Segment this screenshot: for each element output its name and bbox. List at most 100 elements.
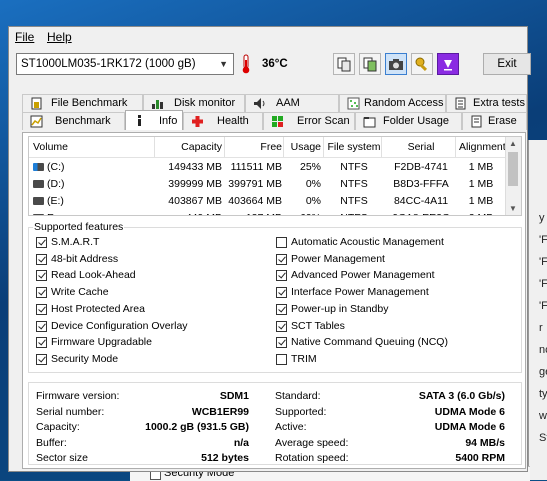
info-row: Buffer: n/a <box>36 437 249 452</box>
tab-aam[interactable]: AAM <box>245 94 339 112</box>
checkbox[interactable] <box>36 320 47 332</box>
supported-features-title: Supported features <box>33 221 125 233</box>
toolbar: ST1000LM035-1RK172 (1000 gB) ▼ 36°C Exit <box>9 49 531 79</box>
table-cell: B8D3-FFFA <box>393 178 449 190</box>
info-value: UDMA Mode 6 <box>434 405 505 418</box>
table-cell: Recovery <box>47 212 153 215</box>
drive-select[interactable]: ST1000LM035-1RK172 (1000 gB) ▼ <box>16 53 234 75</box>
checkbox[interactable] <box>36 270 47 282</box>
feature-label: S.M.A.R.T <box>51 236 100 248</box>
options-button[interactable] <box>411 53 433 75</box>
feature-label: Device Configuration Overlay <box>51 319 188 332</box>
tab-extra-tests[interactable]: Extra tests <box>446 94 527 112</box>
checkbox[interactable] <box>276 237 287 248</box>
drive-icon <box>33 214 44 215</box>
info-key: Firmware version: <box>36 390 120 402</box>
scrollbar-thumb[interactable] <box>508 152 518 186</box>
column-separator[interactable] <box>381 137 382 157</box>
tab-health[interactable]: Health <box>183 112 263 130</box>
table-row[interactable]: (E:) 403867 MB 403664 MB 0% NTFS 84CC-4A11 1 M… <box>29 193 507 210</box>
background-text: nc <box>539 344 547 356</box>
menu-file[interactable]: File <box>15 30 34 44</box>
checkbox[interactable] <box>276 270 287 282</box>
volume-table[interactable]: Volume Capacity Free Usage File system Serial… <box>28 136 522 216</box>
info-row: Serial number: WCB1ER99 <box>36 406 249 421</box>
extra-tests-icon <box>455 97 466 110</box>
info-value: WCB1ER99 <box>191 405 249 418</box>
feature-label: 48-bit Address <box>51 252 119 265</box>
volume-col-header[interactable]: Usage <box>287 141 321 153</box>
disk-monitor-icon <box>152 100 163 109</box>
checkbox[interactable] <box>36 353 47 365</box>
column-separator[interactable] <box>455 137 456 157</box>
volume-col-header[interactable]: Alignment <box>459 141 506 153</box>
info-row: Capacity: 1000.2 gB (931.5 GB) <box>36 421 249 436</box>
download-button[interactable] <box>437 53 459 75</box>
column-separator[interactable] <box>224 137 225 157</box>
table-row[interactable]: (C:) 149433 MB 111511 MB 25% NTFS F2DB-4741 1 … <box>29 159 507 176</box>
background-text: St <box>539 432 547 444</box>
tab-erase[interactable]: Erase <box>462 112 527 130</box>
checkbox[interactable] <box>36 287 47 299</box>
info-key: Supported: <box>275 405 327 418</box>
scroll-down-icon[interactable]: ▼ <box>509 204 517 213</box>
save-screenshot-button[interactable] <box>385 53 407 75</box>
tab-folder-usage[interactable]: Folder Usage <box>355 112 462 130</box>
checkbox[interactable] <box>36 337 47 349</box>
info-value: SATA 3 (6.0 Gb/s) <box>418 390 505 402</box>
volume-col-header[interactable]: Volume <box>33 141 153 153</box>
table-cell: NTFS <box>340 161 368 173</box>
checkbox[interactable] <box>276 353 287 365</box>
info-row: Rotation speed: 5400 RPM <box>275 452 505 467</box>
drive-icon <box>33 197 44 205</box>
tab-random-access[interactable]: Random Access <box>339 94 446 112</box>
menu-bar: File Help <box>9 27 527 47</box>
info-key: Serial number: <box>36 405 105 418</box>
volume-col-header[interactable]: File system <box>327 141 381 153</box>
background-text: ty <box>539 388 547 400</box>
checkbox[interactable] <box>276 303 287 315</box>
table-cell: 149433 MB <box>168 161 222 173</box>
column-separator[interactable] <box>283 137 284 157</box>
tabs-row-top: File Benchmark Disk monitor AAM Random A… <box>22 94 527 112</box>
column-separator[interactable] <box>154 137 155 157</box>
feature-label: Power-up in Standby <box>291 302 389 315</box>
tab-benchmark[interactable]: Benchmark <box>22 112 125 130</box>
checkbox[interactable] <box>276 253 287 265</box>
background-text: r <box>539 322 543 334</box>
checkbox[interactable] <box>36 253 47 265</box>
background-text: 'F <box>539 256 547 268</box>
copy-text-button[interactable] <box>333 53 355 75</box>
volume-col-header[interactable]: Capacity <box>158 141 222 153</box>
checkbox[interactable] <box>276 320 287 332</box>
info-icon <box>138 115 141 126</box>
scroll-up-icon[interactable]: ▲ <box>509 139 517 148</box>
feature-label: Host Protected Area <box>51 302 145 315</box>
feature-label: Native Command Queuing (NCQ) <box>291 336 448 349</box>
checkbox[interactable] <box>276 337 287 349</box>
info-row: Standard: SATA 3 (6.0 Gb/s) <box>275 390 505 405</box>
exit-button[interactable]: Exit <box>483 53 531 75</box>
table-row[interactable]: (D:) 399999 MB 399791 MB 0% NTFS B8D3-FFFA 1 M… <box>29 176 507 193</box>
table-row[interactable]: Recovery 449 MB 137 MB 69% NTFS 9CA8-EE2C2 MB <box>29 210 507 215</box>
column-separator[interactable] <box>323 137 324 157</box>
menu-help[interactable]: Help <box>47 30 72 44</box>
background-text: y <box>539 212 545 224</box>
table-cell: (D:) <box>47 178 65 190</box>
volume-table-scrollbar[interactable]: ▲ ▼ <box>505 137 521 215</box>
checkbox[interactable] <box>276 287 287 299</box>
background-text: 'F <box>539 300 547 312</box>
table-cell: 403867 MB <box>168 195 222 207</box>
info-key: Sector size <box>36 452 88 465</box>
volume-col-header[interactable]: Serial <box>385 141 457 153</box>
feature-label: Interface Power Management <box>291 286 429 299</box>
checkbox[interactable] <box>36 303 47 315</box>
volume-col-header[interactable]: Free <box>228 141 282 153</box>
checkbox[interactable] <box>36 237 47 248</box>
tab-error-scan[interactable]: Error Scan <box>263 112 355 130</box>
copy-screenshot-button[interactable] <box>359 53 381 75</box>
feature-label: Firmware Upgradable <box>51 336 152 349</box>
table-cell: 399791 MB <box>228 178 282 190</box>
tab-info[interactable]: Info <box>125 110 183 130</box>
folder-icon <box>363 117 376 128</box>
